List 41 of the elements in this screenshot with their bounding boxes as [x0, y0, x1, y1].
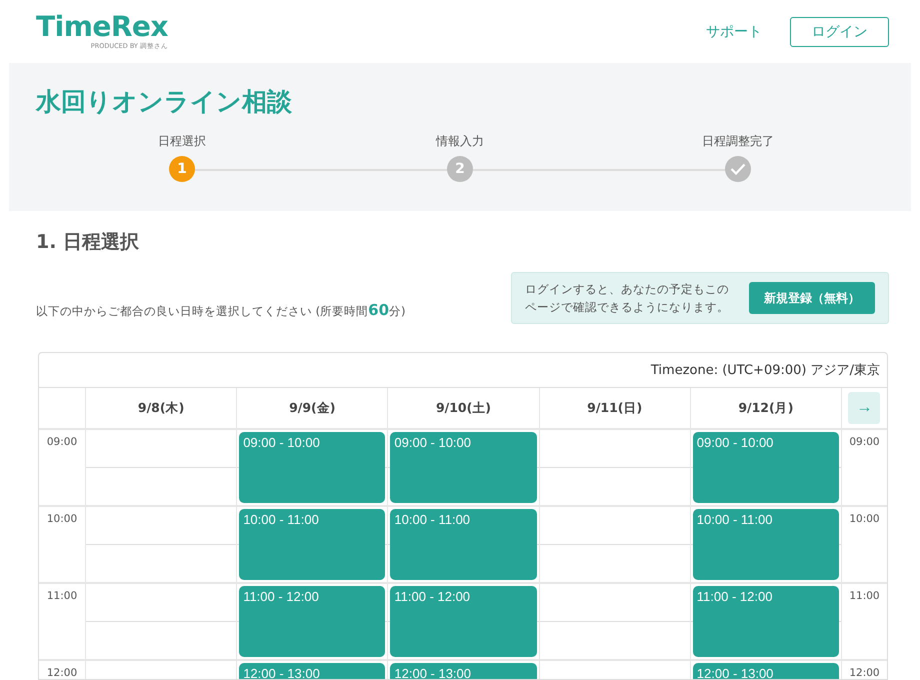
day-header: 9/10(土): [387, 388, 539, 430]
time-label: 10:00: [39, 507, 85, 584]
register-button[interactable]: 新規登録（無料）: [748, 282, 875, 314]
logo-text[interactable]: TimeRex: [36, 12, 168, 40]
time-slot[interactable]: 09:00 - 10:00: [239, 432, 386, 504]
time-slot[interactable]: 11:00 - 12:00: [390, 586, 537, 658]
time-label: 11:00: [39, 584, 85, 662]
time-slot[interactable]: 12:00 - 13:00: [239, 663, 386, 680]
day-header: 9/9(金): [236, 388, 388, 430]
time-slot[interactable]: 10:00 - 11:00: [692, 509, 839, 580]
time-slot[interactable]: 11:00 - 12:00: [239, 586, 386, 658]
time-slot[interactable]: 09:00 - 10:00: [692, 432, 839, 504]
instruction-text: 以下の中からご都合の良い日時を選択してください (所要時間60分): [36, 301, 406, 320]
day-header: 9/8(木): [85, 388, 236, 430]
support-link[interactable]: サポート: [706, 22, 762, 40]
time-slot[interactable]: 10:00 - 11:00: [390, 509, 537, 580]
next-week-button[interactable]: →: [848, 392, 880, 424]
step-label: 情報入力: [436, 133, 484, 150]
check-icon: [730, 163, 746, 175]
login-button[interactable]: ログイン: [790, 16, 889, 46]
time-label: 11:00: [840, 584, 887, 662]
time-label: 10:00: [840, 507, 887, 584]
time-label: 09:00: [39, 430, 85, 508]
section-heading: 1. 日程選択: [36, 230, 140, 255]
time-label: 12:00: [39, 661, 85, 680]
notice-text: ログインすると、あなたの予定もこのページで確認できるようになります。: [525, 280, 730, 316]
step-number: 2: [447, 156, 473, 182]
page-title: 水回りオンライン相談: [36, 87, 293, 117]
time-slot[interactable]: 09:00 - 10:00: [390, 432, 537, 504]
time-slot[interactable]: 12:00 - 13:00: [692, 663, 839, 680]
step-number: 1: [169, 156, 195, 182]
time-label: 09:00: [840, 430, 887, 508]
step-label: 日程選択: [158, 133, 206, 150]
time-slot[interactable]: 12:00 - 13:00: [390, 663, 537, 680]
day-header: 9/11(日): [538, 388, 690, 430]
day-header: 9/12(月): [690, 388, 841, 430]
time-slot[interactable]: 10:00 - 11:00: [239, 509, 386, 580]
step-label: 日程調整完了: [702, 133, 774, 150]
timezone-label: Timezone: (UTC+09:00) アジア/東京: [39, 353, 887, 388]
time-label: 12:00: [840, 661, 887, 680]
time-slot[interactable]: 11:00 - 12:00: [692, 586, 839, 658]
